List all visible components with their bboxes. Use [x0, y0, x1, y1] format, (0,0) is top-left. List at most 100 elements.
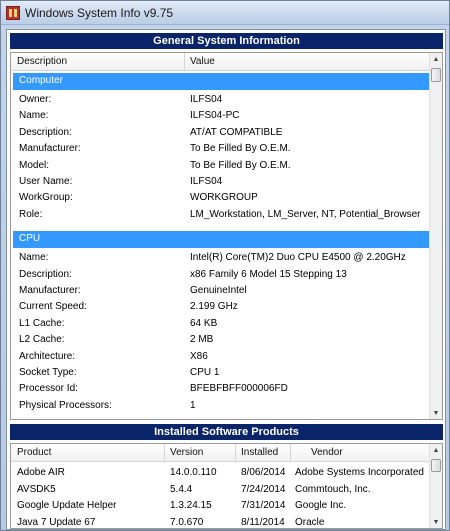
general-scrollbar[interactable]: ▲ ▼	[429, 53, 442, 419]
table-row[interactable]: Model: To Be Filled By O.E.M.	[11, 158, 431, 174]
table-row[interactable]: User Name: ILFS04	[11, 174, 431, 190]
row-description: Architecture:	[19, 350, 76, 362]
row-description: Role:	[19, 208, 43, 220]
row-description: Model:	[19, 159, 50, 171]
row-value: 2.199 GHz	[190, 301, 238, 313]
row-value: ILFS04	[190, 94, 223, 105]
scroll-thumb[interactable]	[431, 68, 441, 82]
group-header-cpu[interactable]: CPU	[13, 231, 429, 249]
table-row[interactable]: Description: AT/AT COMPATIBLE	[11, 125, 431, 141]
row-value: WORKGROUP	[190, 192, 258, 204]
table-row[interactable]: Owner: ILFS04	[11, 92, 431, 108]
table-row[interactable]: Manufacturer: To Be Filled By O.E.M.	[11, 141, 431, 157]
row-value: Intel(R) Core(TM)2 Duo CPU E4500 @ 2.20G…	[190, 252, 406, 264]
row-description: Description:	[19, 268, 72, 280]
row-value: To Be Filled By O.E.M.	[190, 143, 291, 155]
scroll-down-icon[interactable]: ▼	[430, 516, 442, 528]
row-description: Name:	[19, 110, 49, 122]
general-column-header: Description Value	[11, 53, 431, 71]
table-row[interactable]: Architecture: X86	[11, 349, 431, 365]
row-value: 64 KB	[190, 317, 218, 329]
group-label: CPU	[19, 233, 41, 245]
row-value: To Be Filled By O.E.M.	[190, 159, 291, 171]
window-title: Windows System Info v9.75	[25, 6, 174, 20]
row-product: AVSDK5	[17, 483, 56, 495]
title-bar[interactable]: Windows System Info v9.75	[1, 1, 449, 25]
row-description: Manufacturer:	[19, 285, 81, 296]
general-info-header: General System Information	[10, 33, 443, 49]
row-value: 2 MB	[190, 334, 214, 346]
column-description[interactable]: Description	[17, 56, 67, 67]
row-value: ILFS04	[190, 176, 223, 187]
row-vendor: Commtouch, Inc.	[295, 483, 371, 495]
row-description: Processor Id:	[19, 383, 78, 395]
row-version: 5.4.4	[170, 483, 193, 495]
row-vendor: Google Inc.	[295, 500, 347, 511]
row-description: L2 Cache:	[19, 334, 65, 346]
table-row[interactable]: Name: ILFS04-PC	[11, 108, 431, 124]
software-column-header: Product Version Installed Vendor	[11, 444, 431, 462]
row-installed: 7/24/2014	[241, 483, 286, 495]
scroll-down-icon[interactable]: ▼	[430, 407, 442, 419]
client-area: General System Information Description V…	[6, 29, 446, 530]
column-vendor[interactable]: Vendor	[311, 447, 343, 458]
column-product[interactable]: Product	[17, 447, 51, 458]
table-row[interactable]: Description: x86 Family 6 Model 15 Steppi…	[11, 267, 431, 283]
table-row[interactable]: Adobe AIR 14.0.0.110 8/06/2014 Adobe System…	[11, 465, 431, 481]
row-description: WorkGroup:	[19, 192, 73, 204]
row-value: x86 Family 6 Model 15 Stepping 13	[190, 268, 347, 280]
row-value: GenuineIntel	[190, 285, 247, 296]
table-row[interactable]: Name: Intel(R) Core(TM)2 Duo CPU E4500 @ …	[11, 250, 431, 266]
row-description: L1 Cache:	[19, 317, 65, 329]
row-value: X86	[190, 350, 208, 362]
app-window: Windows System Info v9.75 General System…	[0, 0, 450, 531]
group-label: Computer	[19, 75, 63, 86]
row-installed: 8/06/2014	[241, 467, 286, 478]
row-version: 14.0.0.110	[170, 467, 217, 478]
row-description: Physical Processors:	[19, 399, 112, 411]
table-row[interactable]: WorkGroup: WORKGROUP	[11, 190, 431, 206]
table-row[interactable]: Java 7 Update 67 7.0.670 8/11/2014 Oracle	[11, 515, 431, 529]
row-installed: 7/31/2014	[241, 500, 286, 511]
column-installed[interactable]: Installed	[241, 447, 278, 458]
row-value: BFEBFBFF000006FD	[190, 383, 288, 395]
scroll-thumb[interactable]	[431, 459, 441, 472]
row-vendor: Adobe Systems Incorporated	[295, 467, 424, 478]
scroll-up-icon[interactable]: ▲	[430, 53, 442, 65]
software-scrollbar[interactable]: ▲ ▼	[429, 444, 442, 528]
row-version: 1.3.24.15	[170, 500, 212, 511]
row-description: Owner:	[19, 94, 52, 105]
scroll-up-icon[interactable]: ▲	[430, 444, 442, 456]
general-info-list[interactable]: Description Value Computer Owner: ILFS04 Na…	[10, 52, 443, 420]
table-row[interactable]: L1 Cache: 64 KB	[11, 316, 431, 332]
row-description: User Name:	[19, 176, 73, 187]
table-row[interactable]: Google Update Helper 1.3.24.15 7/31/2014 Go…	[11, 498, 431, 514]
table-row[interactable]: AVSDK5 5.4.4 7/24/2014 Commtouch, Inc.	[11, 482, 431, 498]
row-description: Manufacturer:	[19, 143, 81, 155]
row-vendor: Oracle	[295, 516, 325, 528]
table-row[interactable]: Physical Processors: 1	[11, 398, 431, 414]
row-value: 1	[190, 399, 196, 411]
table-row[interactable]: Role: LM_Workstation, LM_Server, NT, Pote…	[11, 207, 431, 223]
row-product: Google Update Helper	[17, 500, 117, 511]
row-product: Java 7 Update 67	[17, 516, 96, 528]
app-icon	[6, 6, 20, 20]
row-value: ILFS04-PC	[190, 110, 240, 122]
row-description: Socket Type:	[19, 367, 77, 378]
table-row[interactable]: Current Speed: 2.199 GHz	[11, 299, 431, 315]
column-value[interactable]: Value	[190, 56, 215, 67]
column-version[interactable]: Version	[170, 447, 203, 458]
table-row[interactable]: L2 Cache: 2 MB	[11, 332, 431, 348]
row-product: Adobe AIR	[17, 467, 65, 478]
row-description: Name:	[19, 252, 49, 264]
software-list[interactable]: Product Version Installed Vendor Adobe A…	[10, 443, 443, 529]
row-value: AT/AT COMPATIBLE	[190, 126, 283, 138]
table-row[interactable]: Socket Type: CPU 1	[11, 365, 431, 381]
group-header-computer[interactable]: Computer	[13, 73, 429, 90]
table-row[interactable]: Manufacturer: GenuineIntel	[11, 283, 431, 299]
row-description: Current Speed:	[19, 301, 87, 313]
row-installed: 8/11/2014	[241, 516, 285, 528]
row-value: CPU 1	[190, 367, 220, 378]
table-row[interactable]: Processor Id: BFEBFBFF000006FD	[11, 381, 431, 397]
row-description: Description:	[19, 126, 72, 138]
